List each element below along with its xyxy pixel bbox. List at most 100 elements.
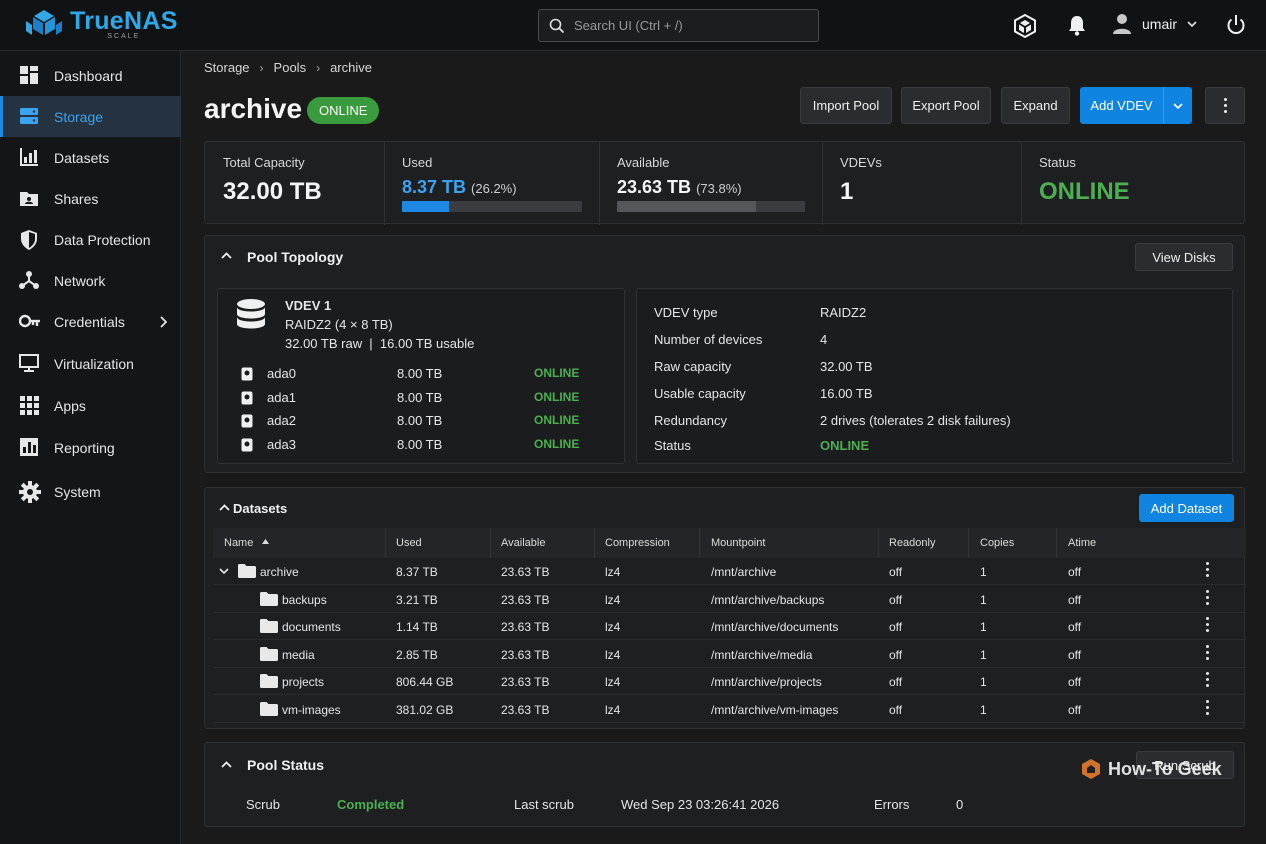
search-box[interactable] [538,9,819,42]
key-icon [19,311,41,331]
sidebar-item-network[interactable]: Network [0,260,181,301]
add-dataset-button[interactable]: Add Dataset [1139,494,1234,522]
watermark-text: How-To Geek [1108,758,1222,779]
sidebar-item-storage[interactable]: Storage [0,96,181,137]
row-more-icon[interactable] [1206,617,1210,635]
datasets-title: Datasets [233,501,288,516]
column-header-available[interactable]: Available [501,537,545,549]
table-row[interactable]: backups 3.21 TB 23.63 TB lz4 /mnt/archiv… [213,586,1246,613]
gear-icon [19,481,41,503]
breadcrumb-pools[interactable]: Pools [274,60,307,75]
vdev-layout: RAIDZ2 (4 × 8 TB) [285,317,393,332]
column-header-compression[interactable]: Compression [605,537,670,549]
chevron-right-icon [160,316,167,328]
disk-status: ONLINE [534,366,580,380]
disk-row[interactable]: ada3 8.00 TB ONLINE [218,436,624,456]
sort-arrow-up-icon [262,539,269,544]
table-row[interactable]: media 2.85 TB 23.63 TB lz4 /mnt/archive/… [213,641,1246,668]
column-separator [699,528,700,558]
add-vdev-button[interactable]: Add VDEV [1080,87,1163,124]
dataset-readonly: off [889,647,903,662]
dataset-compression: lz4 [605,565,621,579]
chevron-up-icon [219,504,230,511]
dataset-compression: lz4 [605,592,621,607]
username: umair [1142,16,1178,32]
table-row[interactable]: archive 8.37 TB 23.63 TB lz4 /mnt/archiv… [213,558,1246,585]
last-scrub-value: Wed Sep 23 03:26:41 2026 [621,797,780,812]
vdev-detail-label: Status [654,438,691,453]
pool-status-title: Pool Status [247,757,325,773]
breadcrumb-storage[interactable]: Storage [204,60,250,75]
row-more-icon[interactable] [1206,562,1210,580]
how-to-geek-logo-icon [1082,759,1100,779]
sidebar-item-shares[interactable]: Shares [0,178,181,219]
sidebar-item-apps[interactable]: Apps [0,385,181,426]
sidebar-item-virtualization[interactable]: Virtualization [0,343,181,384]
add-vdev-dropdown-button[interactable] [1163,87,1192,124]
row-more-icon[interactable] [1206,589,1210,608]
vdev-detail-value: RAIDZ2 [820,305,867,320]
chevron-up-icon [221,761,232,768]
bell-icon[interactable] [1067,14,1087,36]
dataset-compression: lz4 [605,702,621,717]
dataset-available: 23.63 TB [501,702,550,717]
column-header-used[interactable]: Used [396,537,422,549]
dataset-copies: 1 [980,675,987,689]
column-header-name[interactable]: Name [224,537,253,549]
column-header-atime[interactable]: Atime [1068,537,1096,549]
scrub-label: Scrub [246,797,280,812]
column-header-copies[interactable]: Copies [980,537,1014,549]
more-actions-button[interactable] [1205,87,1245,124]
logo-text: TrueNAS [70,7,178,35]
column-header-readonly[interactable]: Readonly [889,537,935,549]
search-input[interactable] [574,18,804,33]
used-value: 8.37 TB [402,177,467,197]
sidebar-item-credentials[interactable]: Credentials [0,301,181,342]
user-menu[interactable]: umair [1112,13,1197,35]
disk-row[interactable]: ada1 8.00 TB ONLINE [218,389,624,409]
power-icon[interactable] [1226,14,1246,36]
table-row[interactable]: projects 806.44 GB 23.63 TB lz4 /mnt/arc… [213,668,1246,695]
disk-row[interactable]: ada0 8.00 TB ONLINE [218,365,624,385]
chevron-down-icon[interactable] [219,568,229,574]
sidebar-item-data-protection[interactable]: Data Protection [0,219,181,260]
available-progress-fill [617,201,756,212]
sidebar-item-label: Data Protection [54,231,151,248]
vdev-detail-label: Redundancy [654,413,727,428]
vdev-details-card: VDEV type RAIDZ2 Number of devices 4 Raw c… [636,288,1233,464]
errors-label: Errors [874,797,910,812]
pool-stats-card: Total Capacity 32.00 TB Used 8.37 TB (26… [204,141,1245,225]
sidebar: Dashboard Storage Datasets Shares Data P… [0,51,181,844]
disk-size: 8.00 TB [397,389,443,405]
sidebar-item-label: Credentials [54,313,125,330]
truenas-logo[interactable]: TrueNAS SCALE [24,8,178,42]
row-more-icon[interactable] [1206,699,1210,718]
disk-row[interactable]: ada2 8.00 TB ONLINE [218,412,624,432]
folder-icon [260,674,278,688]
expand-button[interactable]: Expand [1001,87,1070,124]
vdevs-label: VDEVs [840,155,882,170]
sidebar-item-system[interactable]: System [0,471,181,512]
sidebar-item-dashboard[interactable]: Dashboard [0,55,181,96]
column-header-mountpoint[interactable]: Mountpoint [711,537,765,549]
datasets-card: Datasets Add Dataset Name Used Available… [204,487,1246,729]
disk-size: 8.00 TB [397,366,443,381]
export-pool-button[interactable]: Export Pool [901,87,991,124]
total-capacity-label: Total Capacity [223,155,305,170]
dataset-mountpoint: /mnt/archive/vm-images [711,702,839,717]
available-percent: (73.8%) [696,181,742,196]
view-disks-button[interactable]: View Disks [1135,243,1233,271]
vdev-detail-value: 32.00 TB [820,359,873,374]
dataset-available: 23.63 TB [501,620,550,634]
last-scrub-label: Last scrub [514,797,574,812]
table-row[interactable]: vm-images 381.02 GB 23.63 TB lz4 /mnt/ar… [213,696,1246,723]
truecommand-icon[interactable] [1012,13,1038,39]
table-row[interactable]: documents 1.14 TB 23.63 TB lz4 /mnt/arch… [213,613,1246,640]
shares-icon [19,188,39,208]
sidebar-item-reporting[interactable]: Reporting [0,427,181,468]
disk-icon [241,391,253,404]
import-pool-button[interactable]: Import Pool [800,87,892,124]
sidebar-item-datasets[interactable]: Datasets [0,137,181,178]
row-more-icon[interactable] [1206,644,1210,663]
row-more-icon[interactable] [1206,672,1210,690]
